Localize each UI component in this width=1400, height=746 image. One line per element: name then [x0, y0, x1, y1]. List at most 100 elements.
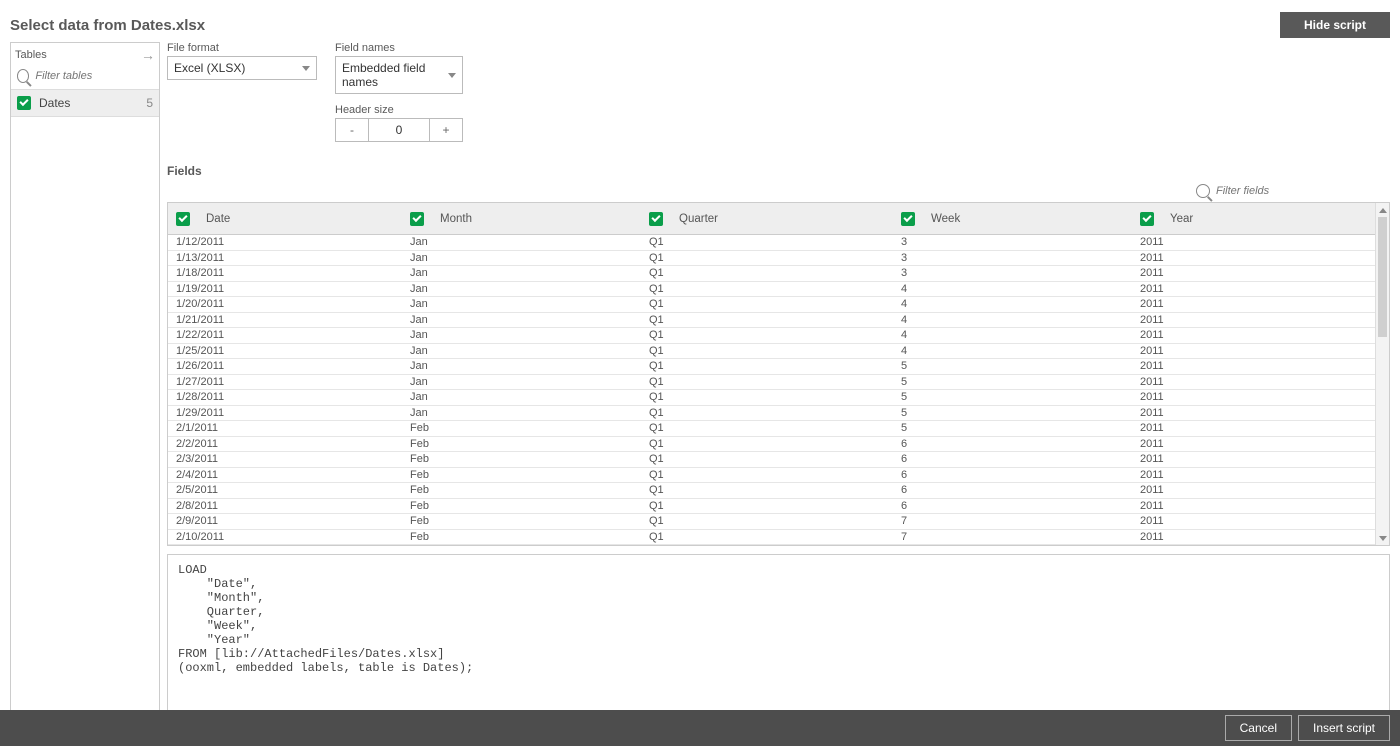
- arrow-right-icon[interactable]: →: [141, 47, 155, 63]
- check-icon[interactable]: [649, 212, 663, 226]
- cancel-button[interactable]: Cancel: [1225, 715, 1292, 741]
- header-size-stepper: - 0 +: [335, 118, 463, 142]
- cell: Q1: [641, 500, 893, 512]
- cell: 6: [893, 500, 1132, 512]
- cell: 4: [893, 345, 1132, 357]
- cell: 2011: [1132, 407, 1365, 419]
- check-icon: [17, 96, 31, 110]
- cell: 1/25/2011: [168, 345, 402, 357]
- header-size-label: Header size: [335, 104, 463, 116]
- cell: Jan: [402, 236, 641, 248]
- cell: 2011: [1132, 345, 1365, 357]
- file-format-select[interactable]: Excel (XLSX): [167, 56, 317, 80]
- cell: Q1: [641, 422, 893, 434]
- cell: Q1: [641, 531, 893, 543]
- cell: 5: [893, 376, 1132, 388]
- table-row: 2/4/2011FebQ162011: [168, 468, 1389, 484]
- check-icon[interactable]: [176, 212, 190, 226]
- cell: 2011: [1132, 252, 1365, 264]
- cell: 2011: [1132, 500, 1365, 512]
- cell: 1/21/2011: [168, 314, 402, 326]
- page-title: Select data from Dates.xlsx: [10, 17, 1280, 34]
- cell: Q1: [641, 438, 893, 450]
- cell: Q1: [641, 469, 893, 481]
- cell: 2011: [1132, 298, 1365, 310]
- check-icon[interactable]: [410, 212, 424, 226]
- table-row: 2/8/2011FebQ162011: [168, 499, 1389, 515]
- table-row: 1/25/2011JanQ142011: [168, 344, 1389, 360]
- grid-header: Date Month Quarter Week Year: [168, 203, 1389, 235]
- table-row: 1/26/2011JanQ152011: [168, 359, 1389, 375]
- stepper-plus-button[interactable]: +: [429, 119, 462, 141]
- cell: 2011: [1132, 422, 1365, 434]
- cell: Feb: [402, 484, 641, 496]
- scrollbar[interactable]: [1375, 203, 1389, 545]
- field-names-value: Embedded field names: [342, 61, 448, 89]
- cell: 2/3/2011: [168, 453, 402, 465]
- table-row: 2/1/2011FebQ152011: [168, 421, 1389, 437]
- cell: Jan: [402, 407, 641, 419]
- cell: 7: [893, 531, 1132, 543]
- cell: Jan: [402, 329, 641, 341]
- cell: Q1: [641, 236, 893, 248]
- cell: 2/1/2011: [168, 422, 402, 434]
- cell: 4: [893, 283, 1132, 295]
- cell: Q1: [641, 283, 893, 295]
- check-icon[interactable]: [1140, 212, 1154, 226]
- cell: Feb: [402, 469, 641, 481]
- cell: Feb: [402, 531, 641, 543]
- column-header-month[interactable]: Month: [440, 213, 472, 225]
- filter-tables-input[interactable]: [35, 70, 153, 82]
- column-header-week[interactable]: Week: [931, 213, 960, 225]
- cell: 2/5/2011: [168, 484, 402, 496]
- cell: Jan: [402, 298, 641, 310]
- cell: 2011: [1132, 314, 1365, 326]
- file-format-value: Excel (XLSX): [174, 61, 245, 75]
- cell: 3: [893, 252, 1132, 264]
- filter-fields-input[interactable]: [1216, 185, 1296, 197]
- scroll-down-button[interactable]: [1376, 531, 1389, 545]
- cell: 2011: [1132, 484, 1365, 496]
- cell: Feb: [402, 515, 641, 527]
- cell: 6: [893, 484, 1132, 496]
- cell: 5: [893, 391, 1132, 403]
- cell: 2/10/2011: [168, 531, 402, 543]
- hide-script-button[interactable]: Hide script: [1280, 12, 1390, 38]
- field-names-select[interactable]: Embedded field names: [335, 56, 463, 94]
- cell: 2/4/2011: [168, 469, 402, 481]
- table-row: 1/20/2011JanQ142011: [168, 297, 1389, 313]
- table-row: 2/9/2011FebQ172011: [168, 514, 1389, 530]
- check-icon[interactable]: [901, 212, 915, 226]
- scroll-up-button[interactable]: [1376, 203, 1389, 217]
- column-header-date[interactable]: Date: [206, 213, 230, 225]
- cell: Feb: [402, 438, 641, 450]
- cell: 7: [893, 515, 1132, 527]
- cell: Feb: [402, 422, 641, 434]
- cell: Jan: [402, 376, 641, 388]
- fields-label: Fields: [167, 164, 1390, 178]
- cell: 5: [893, 360, 1132, 372]
- cell: 3: [893, 236, 1132, 248]
- cell: Jan: [402, 283, 641, 295]
- insert-script-button[interactable]: Insert script: [1298, 715, 1390, 741]
- table-row: 1/27/2011JanQ152011: [168, 375, 1389, 391]
- stepper-value[interactable]: 0: [369, 119, 429, 141]
- stepper-minus-button[interactable]: -: [336, 119, 369, 141]
- table-row: 2/5/2011FebQ162011: [168, 483, 1389, 499]
- cell: Q1: [641, 453, 893, 465]
- cell: 2011: [1132, 453, 1365, 465]
- cell: 2011: [1132, 376, 1365, 388]
- cell: 1/22/2011: [168, 329, 402, 341]
- table-item-dates[interactable]: Dates 5: [11, 89, 159, 117]
- column-header-quarter[interactable]: Quarter: [679, 213, 718, 225]
- scroll-thumb[interactable]: [1378, 217, 1387, 337]
- tables-label: Tables: [15, 49, 141, 61]
- cell: 2011: [1132, 329, 1365, 341]
- table-row: 2/2/2011FebQ162011: [168, 437, 1389, 453]
- cell: 1/26/2011: [168, 360, 402, 372]
- cell: 2011: [1132, 438, 1365, 450]
- cell: Feb: [402, 500, 641, 512]
- column-header-year[interactable]: Year: [1170, 213, 1193, 225]
- cell: Jan: [402, 314, 641, 326]
- script-preview: LOAD "Date", "Month", Quarter, "Week", "…: [167, 554, 1390, 718]
